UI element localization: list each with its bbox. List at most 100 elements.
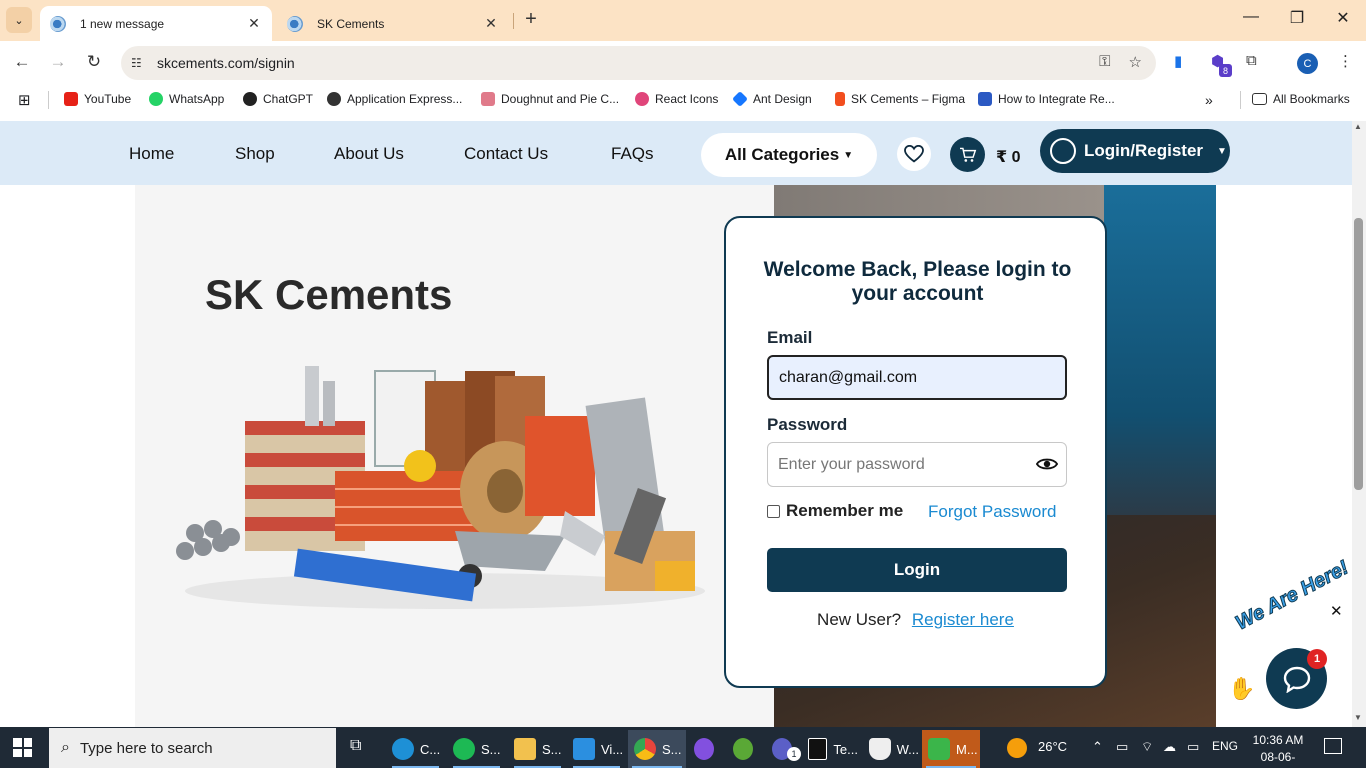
bg-sky xyxy=(1104,185,1216,515)
taskbar-app-chrome[interactable]: S... xyxy=(628,730,686,768)
remember-checkbox[interactable] xyxy=(767,504,780,518)
weather-temperature[interactable]: 26°C xyxy=(1038,739,1067,754)
tab-sk-cements[interactable]: SK Cements ✕ xyxy=(277,6,509,41)
show-password-eye-icon[interactable] xyxy=(1035,456,1059,477)
bookmark-chatgpt[interactable]: ChatGPT xyxy=(243,92,313,106)
site-info-icon[interactable]: ☷ xyxy=(131,56,147,70)
taskbar-app-tl[interactable]: Te... xyxy=(808,730,858,768)
weather-sun-icon[interactable] xyxy=(1007,738,1027,758)
taskbar-app-shield[interactable]: W... xyxy=(869,730,919,768)
onedrive-cloud-icon[interactable]: ☁ xyxy=(1163,739,1176,755)
nav-home[interactable]: Home xyxy=(129,144,174,164)
bookmark-ant-design[interactable]: Ant Design xyxy=(732,91,812,107)
show-hidden-icons-icon[interactable]: ⌃ xyxy=(1092,739,1103,755)
nav-faqs[interactable]: FAQs xyxy=(611,144,654,164)
scroll-up-arrow-icon[interactable]: ▲ xyxy=(1354,122,1362,131)
meet-icon[interactable]: ▭ xyxy=(1116,739,1128,755)
bookmark-label: React Icons xyxy=(655,92,719,106)
bookmarks-divider xyxy=(1240,91,1241,109)
scroll-down-arrow-icon[interactable]: ▼ xyxy=(1354,713,1362,722)
bookmark-label: Ant Design xyxy=(753,92,812,106)
react-icons-icon xyxy=(635,92,649,106)
forward-button[interactable]: → xyxy=(46,52,70,72)
task-view-icon[interactable]: ⧉ xyxy=(350,737,361,755)
chatgpt-icon xyxy=(243,92,257,106)
remember-label: Remember me xyxy=(786,501,904,520)
extensions-puzzle-icon[interactable]: ⧉ xyxy=(1246,52,1257,69)
folder-icon xyxy=(514,738,536,760)
register-link[interactable]: Register here xyxy=(912,610,1014,629)
bookmark-how-to-integrate[interactable]: How to Integrate Re... xyxy=(978,92,1115,106)
remember-me[interactable]: Remember me xyxy=(767,501,903,521)
apps-grid-icon[interactable]: ⊞ xyxy=(18,91,31,109)
tab-new-message[interactable]: 1 new message ✕ xyxy=(40,6,272,41)
bookmark-application-express[interactable]: Application Express... xyxy=(327,92,462,106)
site-favicon-icon xyxy=(287,15,303,32)
chat-bubble-icon xyxy=(1283,666,1310,693)
tab-search-button[interactable]: ⌄ xyxy=(6,7,32,33)
wifi-icon[interactable]: ⌔ xyxy=(1141,739,1153,755)
ant-design-icon xyxy=(732,91,748,107)
forgot-password-link[interactable]: Forgot Password xyxy=(928,502,1057,522)
close-tab-icon[interactable]: ✕ xyxy=(481,15,501,32)
all-categories-dropdown[interactable]: All Categories ▼ xyxy=(701,133,877,177)
taskbar-app-leaf[interactable] xyxy=(733,730,759,768)
tab-label: SK Cements xyxy=(317,16,385,31)
new-tab-button[interactable]: + xyxy=(520,8,542,31)
login-register-button[interactable]: Login/Register ▼ xyxy=(1040,129,1230,173)
bookmark-label: All Bookmarks xyxy=(1273,92,1350,106)
new-user-prompt: New User? Register here xyxy=(726,610,1105,630)
more-bookmarks-icon[interactable]: » xyxy=(1205,92,1213,108)
taskbar-app-github[interactable] xyxy=(694,730,720,768)
teams-badge: 1 xyxy=(787,747,801,761)
login-register-label: Login/Register xyxy=(1084,141,1204,160)
taskbar-app-label: Vi... xyxy=(601,741,624,757)
bookmark-react-icons[interactable]: React Icons xyxy=(635,92,718,106)
bookmark-whatsapp[interactable]: WhatsApp xyxy=(149,92,224,106)
language-indicator[interactable]: ENG xyxy=(1212,739,1238,753)
address-bar[interactable]: ☷ skcements.com/signin ⚿ ☆ xyxy=(121,46,1156,80)
password-field[interactable]: Enter your password xyxy=(767,442,1067,487)
notifications-icon[interactable] xyxy=(1324,738,1342,754)
taskbar-app-explorer[interactable]: S... xyxy=(510,730,565,768)
restore-button[interactable]: ❐ xyxy=(1282,8,1312,28)
minimize-button[interactable]: — xyxy=(1236,8,1266,26)
nav-about-us[interactable]: About Us xyxy=(334,144,404,164)
back-button[interactable]: ← xyxy=(10,52,34,72)
taskbar-app-vscode[interactable]: Vi... xyxy=(569,730,624,768)
whatsapp-icon xyxy=(149,92,163,106)
all-bookmarks[interactable]: All Bookmarks xyxy=(1252,92,1350,106)
taskbar-app-edge[interactable]: C... xyxy=(388,730,443,768)
cart-icon[interactable] xyxy=(950,137,985,172)
taskbar-search[interactable]: ⌕ Type here to search xyxy=(49,728,336,768)
extension-icon[interactable]: ▮ xyxy=(1174,52,1182,70)
bookmark-label: ChatGPT xyxy=(263,92,314,106)
profile-avatar[interactable]: C xyxy=(1297,53,1318,74)
email-field[interactable]: charan@gmail.com xyxy=(767,355,1067,400)
password-key-icon[interactable]: ⚿ xyxy=(1099,53,1110,71)
browser-menu-icon[interactable]: ⋮ xyxy=(1338,52,1353,70)
nav-contact-us[interactable]: Contact Us xyxy=(464,144,548,164)
battery-icon[interactable]: ▭ xyxy=(1187,739,1199,755)
chat-close-icon[interactable]: ✕ xyxy=(1330,602,1343,620)
system-clock[interactable]: 10:36 AM 08-06-2025 xyxy=(1248,732,1308,783)
bookmark-figma[interactable]: SK Cements – Figma xyxy=(835,92,965,106)
login-submit-button[interactable]: Login xyxy=(767,548,1067,592)
reload-button[interactable]: ↻ xyxy=(82,52,106,72)
password-placeholder: Enter your password xyxy=(778,455,925,473)
close-tab-icon[interactable]: ✕ xyxy=(244,15,264,32)
taskbar-app-spotify[interactable]: S... xyxy=(449,730,504,768)
bookmarks-divider xyxy=(48,91,49,109)
scrollbar-thumb[interactable] xyxy=(1354,218,1363,490)
taskbar-app-m[interactable]: M... xyxy=(922,730,980,768)
nav-shop[interactable]: Shop xyxy=(235,144,275,164)
bookmark-doughnut-pie[interactable]: Doughnut and Pie C... xyxy=(481,92,619,106)
windows-start-icon[interactable] xyxy=(13,738,32,757)
wishlist-heart-icon[interactable] xyxy=(897,137,931,171)
bookmark-label: How to Integrate Re... xyxy=(998,92,1115,106)
globe-icon xyxy=(327,92,341,106)
close-window-button[interactable]: ✕ xyxy=(1328,8,1358,28)
page-viewport: Home Shop About Us Contact Us FAQs All C… xyxy=(0,121,1352,727)
bookmark-star-icon[interactable]: ☆ xyxy=(1129,53,1142,71)
bookmark-youtube[interactable]: YouTube xyxy=(64,92,131,106)
